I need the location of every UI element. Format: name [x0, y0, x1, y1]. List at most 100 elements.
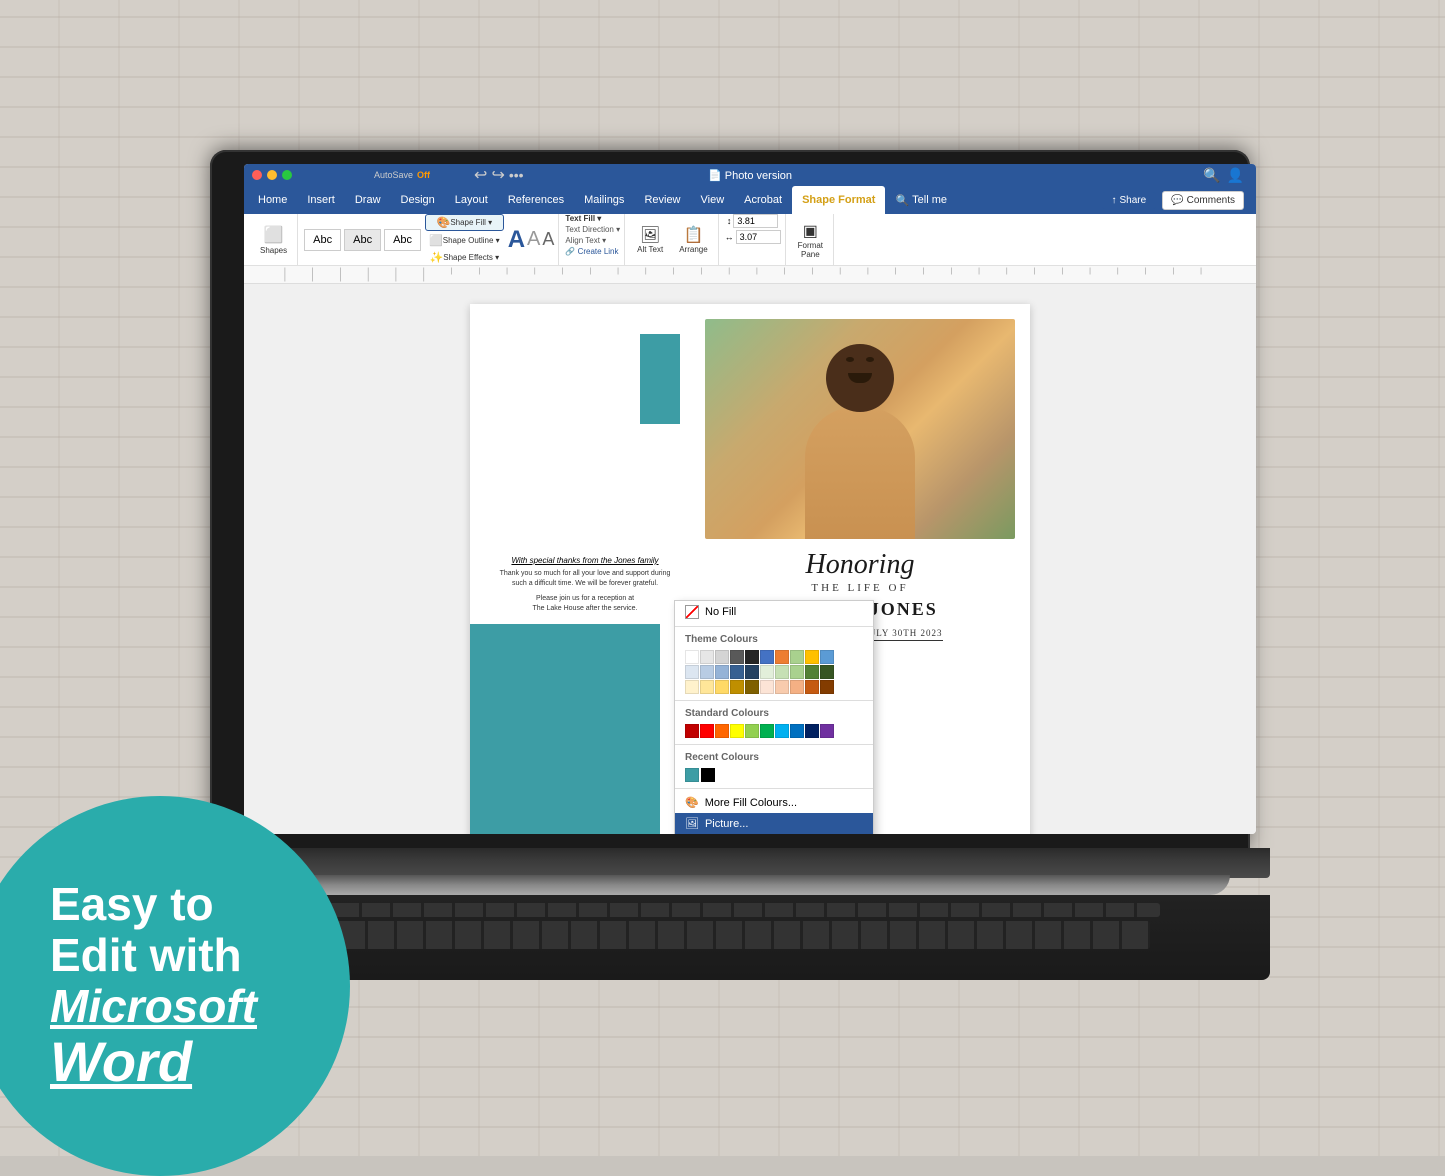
swatch-red[interactable] [700, 724, 714, 738]
alt-text-button[interactable]: 🖼 Alt Text [631, 222, 669, 257]
swatch-darkorange2[interactable] [715, 724, 729, 738]
tab-shape-format[interactable]: Shape Format [792, 186, 885, 214]
swatch-gold[interactable] [805, 650, 819, 664]
tab-references[interactable]: References [498, 186, 574, 214]
swatch-cyan[interactable] [775, 724, 789, 738]
recent-colours-label: Recent Colours [675, 748, 873, 765]
swatch-medblue[interactable] [730, 665, 744, 679]
swatch-palgreen1[interactable] [760, 665, 774, 679]
swatch-palgreen3[interactable] [790, 665, 804, 679]
text-style-a1[interactable]: A [508, 226, 525, 254]
swatch-darkblue2[interactable] [805, 724, 819, 738]
swatch-palyellow1[interactable] [685, 680, 699, 694]
swatch-yellow[interactable] [730, 724, 744, 738]
share-button[interactable]: ↑ Share [1102, 192, 1157, 209]
text-style-a3[interactable]: A [542, 229, 554, 250]
height-label: ↕ [727, 216, 732, 226]
shapes-button[interactable]: ⬜ Shapes [254, 222, 293, 258]
swatch-gray1[interactable] [715, 650, 729, 664]
arrange-button[interactable]: 📋 Arrange [673, 222, 713, 257]
more-icon[interactable]: ••• [509, 167, 524, 183]
person-icon[interactable]: 👤 [1227, 167, 1244, 184]
more-fill-colours-option[interactable]: 🎨 More Fill Colours... [675, 792, 873, 813]
minimize-button[interactable] [267, 170, 277, 180]
width-input[interactable] [736, 230, 781, 244]
tab-draw[interactable]: Draw [345, 186, 391, 214]
tab-tell-me[interactable]: 🔍 Tell me [885, 186, 957, 214]
picture-option[interactable]: 🖼 Picture... [675, 813, 873, 834]
no-fill-icon [685, 605, 699, 619]
shape-outline-button[interactable]: ⬜ Shape Outline ▾ [425, 233, 504, 248]
swatch-palblue2[interactable] [700, 665, 714, 679]
swatch-palorange2[interactable] [775, 680, 789, 694]
swatch-blue2[interactable] [790, 724, 804, 738]
swatch-darkred[interactable] [685, 724, 699, 738]
text-style-buttons: A A A [508, 226, 555, 254]
swatch-lightgray[interactable] [700, 650, 714, 664]
swatch-lightblue[interactable] [820, 650, 834, 664]
swatch-palorange3[interactable] [790, 680, 804, 694]
swatch-recent-black[interactable] [701, 768, 715, 782]
height-input-row: ↕ [727, 214, 779, 228]
style-presets: Abc Abc Abc [304, 229, 421, 251]
tab-acrobat[interactable]: Acrobat [734, 186, 792, 214]
swatch-green2[interactable] [760, 724, 774, 738]
swatch-palblue1[interactable] [685, 665, 699, 679]
swatch-medorange[interactable] [805, 680, 819, 694]
recent-color-row [675, 765, 873, 785]
format-pane-button[interactable]: ▣ FormatPane [792, 218, 829, 262]
arrange-icon: 📋 [683, 225, 703, 245]
teal-accent-shape [640, 334, 680, 424]
align-text-btn[interactable]: Align Text ▾ [565, 236, 606, 245]
special-thanks-title: With special thanks from the Jones famil… [490, 556, 680, 565]
comments-button[interactable]: 💬 Comments [1162, 191, 1244, 210]
style-preset-2[interactable]: Abc [344, 229, 381, 251]
swatch-lime[interactable] [745, 724, 759, 738]
no-fill-option[interactable]: No Fill [675, 601, 873, 623]
swatch-palorange1[interactable] [760, 680, 774, 694]
text-direction-btn[interactable]: Text Direction ▾ [565, 225, 620, 234]
swatch-palyellow2[interactable] [700, 680, 714, 694]
tab-mailings[interactable]: Mailings [574, 186, 634, 214]
tab-layout[interactable]: Layout [445, 186, 498, 214]
shapes-icon: ⬜ [264, 225, 284, 245]
swatch-orange[interactable] [775, 650, 789, 664]
search-icon[interactable]: 🔍 [1203, 167, 1220, 184]
swatch-purple[interactable] [820, 724, 834, 738]
style-preset-3[interactable]: Abc [384, 229, 421, 251]
swatch-medyellow[interactable] [730, 680, 744, 694]
swatch-darkgray[interactable] [730, 650, 744, 664]
swatch-white[interactable] [685, 650, 699, 664]
height-input[interactable] [733, 214, 778, 228]
tab-insert[interactable]: Insert [297, 186, 345, 214]
swatch-darkblue[interactable] [745, 665, 759, 679]
tab-view[interactable]: View [691, 186, 735, 214]
swatch-palblue3[interactable] [715, 665, 729, 679]
effects-icon: ✨ [430, 251, 444, 264]
swatch-nearblack[interactable] [745, 650, 759, 664]
create-link-btn[interactable]: 🔗 Create Link [565, 247, 618, 256]
swatch-recent-teal[interactable] [685, 768, 699, 782]
shape-fill-button[interactable]: 🎨 Shape Fill ▾ [425, 214, 504, 231]
text-style-a2[interactable]: A [527, 228, 540, 251]
style-section: Abc Abc Abc 🎨 Shape Fill ▾ ⬜ Shape Outli… [300, 214, 559, 265]
autosave-label: AutoSave [374, 170, 413, 180]
redo-icon[interactable]: ↪ [491, 165, 504, 185]
shape-effects-button[interactable]: ✨ Shape Effects ▾ [425, 250, 504, 265]
swatch-medgreen[interactable] [805, 665, 819, 679]
tab-design[interactable]: Design [391, 186, 445, 214]
swatch-blue[interactable] [760, 650, 774, 664]
style-preset-1[interactable]: Abc [304, 229, 341, 251]
swatch-darkgreen[interactable] [820, 665, 834, 679]
swatch-green[interactable] [790, 650, 804, 664]
tab-review[interactable]: Review [634, 186, 690, 214]
keyboard [190, 895, 1270, 980]
swatch-palyellow3[interactable] [715, 680, 729, 694]
tab-home[interactable]: Home [248, 186, 297, 214]
maximize-button[interactable] [282, 170, 292, 180]
swatch-darkyellow[interactable] [745, 680, 759, 694]
close-button[interactable] [252, 170, 262, 180]
swatch-darkorange[interactable] [820, 680, 834, 694]
swatch-palgreen2[interactable] [775, 665, 789, 679]
undo-icon[interactable]: ↩ [474, 165, 487, 185]
